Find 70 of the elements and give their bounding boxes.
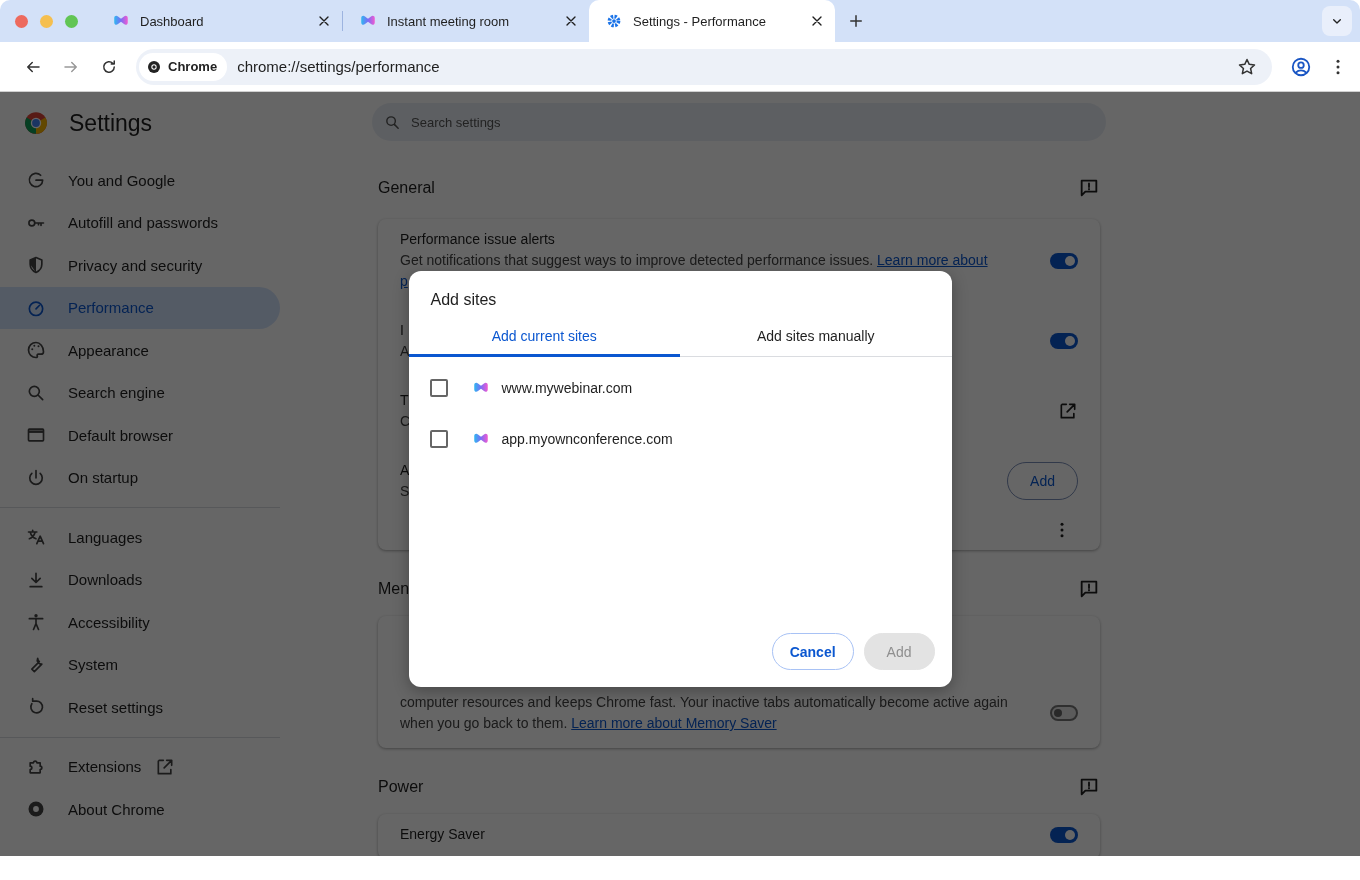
toggle-switch[interactable]: [1050, 333, 1078, 349]
star-icon[interactable]: [1237, 56, 1257, 77]
setting-title: T: [400, 391, 409, 410]
setting-title: Performance issue alerts: [400, 230, 555, 249]
section-heading: Men: [378, 580, 410, 598]
dialog-title: Add sites: [430, 291, 498, 309]
sidebar-item[interactable]: Languages: [0, 516, 280, 559]
profile-icon[interactable]: [1290, 55, 1312, 78]
sidebar-item[interactable]: Extensions: [0, 745, 280, 788]
sidebar-item[interactable]: Search engine: [0, 371, 280, 414]
toggle-switch[interactable]: [1050, 705, 1078, 721]
sidebar-item[interactable]: Reset settings: [0, 686, 280, 729]
browser-tab[interactable]: Dashboard: [96, 0, 342, 42]
reload-icon[interactable]: [100, 57, 118, 76]
add-button[interactable]: Add: [1007, 462, 1078, 500]
site-info-chip[interactable]: Chrome: [139, 52, 228, 81]
toggle-switch[interactable]: [1050, 252, 1078, 269]
page-title: Settings: [69, 109, 153, 137]
external-link-icon: [155, 756, 176, 777]
toggle-switch[interactable]: [1050, 826, 1078, 843]
learn-more-link[interactable]: Learn more about Memory Saver: [571, 715, 777, 731]
cancel-button[interactable]: Cancel: [771, 633, 854, 670]
sidebar-item[interactable]: Privacy and security: [0, 244, 280, 287]
setting-title: Energy Saver: [400, 825, 485, 844]
setting-description: when you go back to them. Learn more about Memory Saver: [400, 714, 777, 733]
search-icon: [384, 113, 401, 131]
feedback-icon[interactable]: [1078, 177, 1100, 199]
sidebar-item[interactable]: Autofill and passwords: [0, 201, 280, 244]
site-url: www.mywebinar.com: [501, 379, 633, 396]
setting-description: S: [400, 482, 410, 501]
sidebar-item[interactable]: Accessibility: [0, 601, 280, 644]
person-icon: [26, 612, 46, 633]
sidebar-item[interactable]: On startup: [0, 456, 280, 499]
shield-icon: [26, 255, 46, 276]
tab-search-button[interactable]: [1322, 6, 1352, 36]
learn-more-link[interactable]: p: [400, 273, 408, 289]
feedback-icon[interactable]: [1078, 776, 1100, 798]
power-icon: [26, 467, 46, 488]
site-url: app.myownconference.com: [501, 430, 673, 447]
dialog-tab[interactable]: Add current sites: [408, 318, 680, 357]
sidebar-item[interactable]: System: [0, 643, 280, 686]
setting-title: A: [400, 461, 410, 480]
search-field[interactable]: Search settings: [372, 103, 1106, 141]
sidebar-item[interactable]: Default browser: [0, 414, 280, 457]
sidebar-item[interactable]: You and Google: [0, 159, 280, 202]
setting-title: I: [400, 321, 404, 340]
setting-description: computer resources and keeps Chrome fast. Your inactive tabs automatically become active again: [400, 693, 1008, 712]
external-link-icon[interactable]: [1058, 401, 1078, 421]
setting-description: A: [400, 342, 410, 361]
plus-icon[interactable]: [847, 12, 865, 30]
section-heading: General: [378, 179, 435, 197]
setting-description: Get notifications that suggest ways to improve detected performance issues. Learn more about: [400, 251, 988, 270]
dialog-tab[interactable]: Add sites manually: [680, 318, 952, 357]
palette-icon: [26, 340, 46, 361]
gear-icon: [605, 12, 623, 30]
close-window-button[interactable]: [15, 14, 28, 28]
learn-more-link[interactable]: Learn more about: [877, 252, 988, 268]
address-bar[interactable]: Chrome chrome://settings/performance: [136, 48, 1272, 85]
checkbox[interactable]: [429, 378, 448, 397]
setting-description: C: [400, 412, 411, 431]
browser-tab[interactable]: Instant meeting room: [343, 0, 589, 42]
sidebar-item[interactable]: Performance: [0, 286, 280, 329]
translate-icon: [26, 527, 46, 548]
sidebar-item[interactable]: About Chrome: [0, 788, 280, 831]
browser-tab[interactable]: Settings - Performance: [589, 0, 835, 42]
sidebar-item[interactable]: Downloads: [0, 558, 280, 601]
checkbox[interactable]: [429, 429, 448, 448]
sidebar-item[interactable]: Appearance: [0, 329, 280, 372]
section-heading: Power: [378, 778, 424, 796]
feedback-icon[interactable]: [1078, 578, 1100, 600]
